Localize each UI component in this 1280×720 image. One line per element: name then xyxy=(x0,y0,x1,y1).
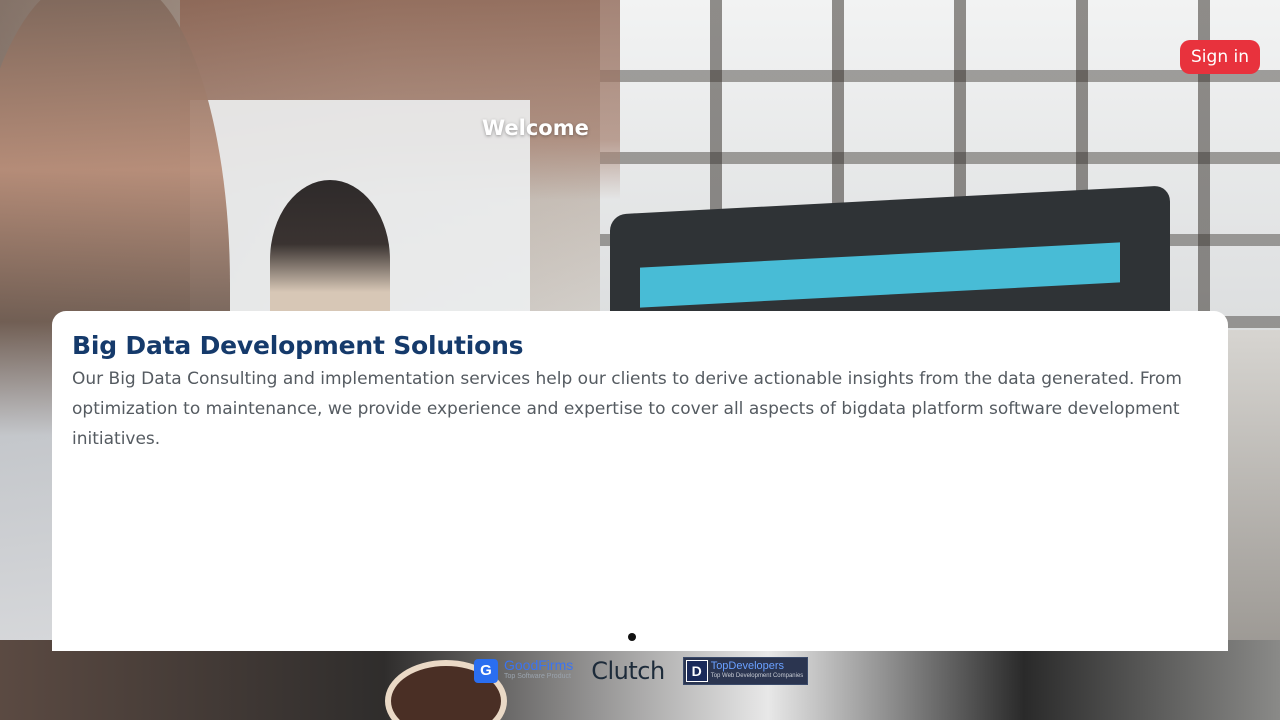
welcome-heading: Welcome xyxy=(482,116,589,140)
carousel-dot[interactable] xyxy=(628,633,636,641)
card-description: Our Big Data Consulting and implementati… xyxy=(72,369,1182,449)
hero-card: Big Data Development Solutions Our Big D… xyxy=(52,311,1228,651)
card-title: Big Data Development Solutions xyxy=(72,331,524,360)
goodfirms-badge[interactable]: G GoodFirms Top Software Product xyxy=(474,657,574,683)
sign-in-button[interactable]: Sign in xyxy=(1180,40,1260,74)
goodfirms-logo-icon: G xyxy=(474,659,498,683)
topdevelopers-logo-icon: D xyxy=(685,660,708,682)
award-badges: G GoodFirms Top Software Product Clutch … xyxy=(474,655,809,687)
clutch-badge[interactable]: Clutch xyxy=(591,657,665,685)
goodfirms-name: GoodFirms xyxy=(504,657,574,673)
topdevelopers-badge[interactable]: D TopDevelopers Top Web Development Comp… xyxy=(682,657,809,685)
topdevelopers-subtitle: Top Web Development Companies xyxy=(710,673,804,679)
goodfirms-subtitle: Top Software Product xyxy=(504,673,571,680)
topdevelopers-name: TopDevelopers xyxy=(710,660,785,672)
